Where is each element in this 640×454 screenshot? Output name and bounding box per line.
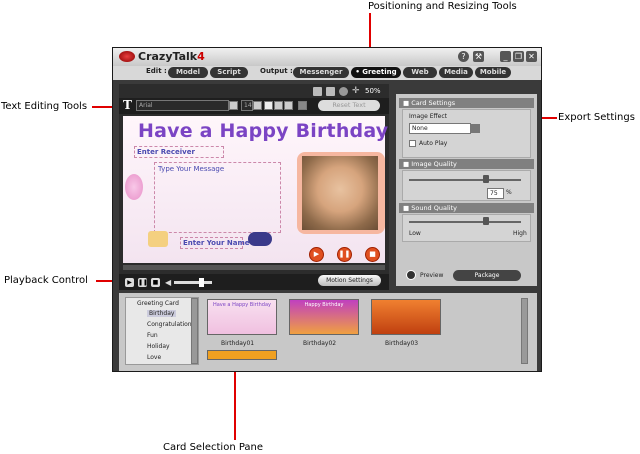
sound-quality-knob[interactable]: [483, 217, 489, 225]
app-title: CrazyTalk4: [138, 50, 205, 63]
character-photo[interactable]: [302, 156, 378, 230]
font-size-dropdown-icon[interactable]: [253, 101, 262, 110]
output-label: Output :: [260, 67, 293, 75]
sound-quality-slider[interactable]: [409, 221, 521, 223]
image-quality-slider[interactable]: [409, 179, 521, 181]
zoom-level: 50%: [365, 87, 381, 95]
tree-item-congratulation[interactable]: Congratulation: [147, 321, 192, 328]
tree-item-birthday[interactable]: Birthday: [147, 310, 177, 317]
category-tree: [125, 297, 199, 365]
preview-eye-icon[interactable]: [406, 270, 416, 280]
tab-script[interactable]: Script: [210, 67, 248, 78]
cards-scrollbar[interactable]: [521, 298, 528, 364]
stop-button[interactable]: ■: [151, 278, 160, 287]
name-field[interactable]: Enter Your Name: [183, 239, 249, 247]
thumbnail-label: Birthday01: [221, 340, 255, 347]
cake-decoration-icon: [148, 231, 168, 247]
crazytalk-logo-icon: [119, 51, 135, 62]
package-button[interactable]: Package: [453, 270, 521, 281]
tree-item-holiday[interactable]: Holiday: [147, 343, 170, 350]
image-effect-select[interactable]: None: [409, 123, 471, 134]
rotate-tool-icon[interactable]: [339, 87, 348, 96]
tab-greeting[interactable]: • Greeting: [351, 67, 401, 78]
tree-scrollbar[interactable]: [191, 298, 198, 364]
font-size-select[interactable]: 14: [241, 100, 253, 111]
image-quality-knob[interactable]: [483, 175, 489, 183]
sound-quality-header: ■ Sound Quality: [399, 203, 534, 213]
card-pause-icon[interactable]: ❚❚: [337, 247, 352, 262]
sound-high-label: High: [513, 230, 527, 237]
image-effect-label: Image Effect: [409, 113, 447, 120]
callout-positioning-tools: Positioning and Resizing Tools: [368, 1, 517, 12]
gift-decoration-icon: [248, 232, 272, 246]
callout-export-settings: Export Settings: [558, 112, 635, 123]
receiver-field[interactable]: Enter Receiver: [137, 148, 195, 156]
underline-button[interactable]: [284, 101, 293, 110]
help-icon[interactable]: ?: [458, 51, 469, 62]
tab-media[interactable]: Media: [439, 67, 473, 78]
tab-messenger[interactable]: Messenger: [293, 67, 349, 78]
sound-low-label: Low: [409, 230, 421, 237]
thumbnail-text: Happy Birthday: [304, 302, 344, 308]
tree-item-fun[interactable]: Fun: [147, 332, 158, 339]
volume-icon[interactable]: ◀: [165, 278, 171, 287]
tab-mobile[interactable]: Mobile: [475, 67, 511, 78]
close-icon[interactable]: ✕: [526, 51, 537, 62]
font-dropdown-icon[interactable]: [229, 101, 238, 110]
tree-root[interactable]: Greeting Card: [137, 300, 179, 307]
card-thumbnail[interactable]: [371, 299, 441, 335]
card-title[interactable]: Have a Happy Birthday: [138, 120, 388, 142]
resize-tool-icon[interactable]: [326, 87, 335, 96]
card-play-icon[interactable]: ▶: [309, 247, 324, 262]
auto-play-label: Auto Play: [419, 140, 448, 147]
title-bar: CrazyTalk4 ? ⚒ _ ❐ ✕: [113, 48, 541, 66]
card-thumbnail[interactable]: [207, 350, 277, 360]
tab-web[interactable]: Web: [403, 67, 437, 78]
text-tool-icon: T: [123, 98, 132, 112]
bold-button[interactable]: [264, 101, 273, 110]
callout-playback-control: Playback Control: [4, 275, 88, 286]
move-tool-icon[interactable]: [313, 87, 322, 96]
text-color-button[interactable]: [298, 101, 307, 110]
callout-card-selection-pane: Card Selection Pane: [163, 442, 264, 453]
tree-item-love[interactable]: Love: [147, 354, 161, 361]
preview-label[interactable]: Preview: [420, 272, 443, 279]
minimize-icon[interactable]: _: [500, 51, 511, 62]
volume-slider[interactable]: [174, 281, 212, 284]
italic-button[interactable]: [274, 101, 283, 110]
crazytalk-window: CrazyTalk4 ? ⚒ _ ❐ ✕ Edit : Model Script…: [112, 47, 542, 372]
percent-label: %: [506, 189, 512, 196]
image-quality-input[interactable]: 75: [487, 188, 504, 199]
restore-icon[interactable]: ❐: [513, 51, 524, 62]
pan-tool-icon[interactable]: ✛: [352, 87, 360, 96]
balloon-decoration-icon: [125, 174, 143, 200]
edit-label: Edit :: [146, 67, 167, 75]
sound-quality-section: [402, 214, 531, 242]
thumbnail-text: Have a Happy Birthday: [212, 302, 272, 308]
font-select[interactable]: Arial: [136, 100, 229, 111]
callout-text-editing-tools: Text Editing Tools: [1, 101, 88, 112]
preview-horizontal-scrollbar[interactable]: [123, 265, 385, 270]
volume-knob[interactable]: [199, 278, 204, 287]
pause-button[interactable]: ❚❚: [138, 278, 148, 287]
menu-bar: Edit : Model Script Output : Messenger •…: [113, 66, 541, 80]
card-settings-header: ■ Card Settings: [399, 98, 534, 108]
auto-play-checkbox[interactable]: [409, 140, 416, 147]
image-effect-dropdown-icon[interactable]: [471, 124, 480, 133]
play-button[interactable]: ▶: [125, 278, 134, 287]
message-field[interactable]: Type Your Message: [158, 165, 224, 173]
tab-model[interactable]: Model: [168, 67, 208, 78]
image-quality-header: ■ Image Quality: [399, 159, 534, 169]
card-thumbnail[interactable]: Have a Happy Birthday: [207, 299, 277, 335]
thumbnail-label: Birthday02: [303, 340, 337, 347]
card-stop-icon[interactable]: ■: [365, 247, 380, 262]
tools-icon[interactable]: ⚒: [473, 51, 484, 62]
thumbnail-label: Birthday03: [385, 340, 419, 347]
motion-settings-button[interactable]: Motion Settings: [318, 275, 381, 286]
reset-text-button[interactable]: Reset Text: [318, 100, 380, 111]
callout-card-selection-line: [234, 364, 236, 440]
image-quality-section: [402, 170, 531, 201]
card-thumbnail[interactable]: Happy Birthday: [289, 299, 359, 335]
